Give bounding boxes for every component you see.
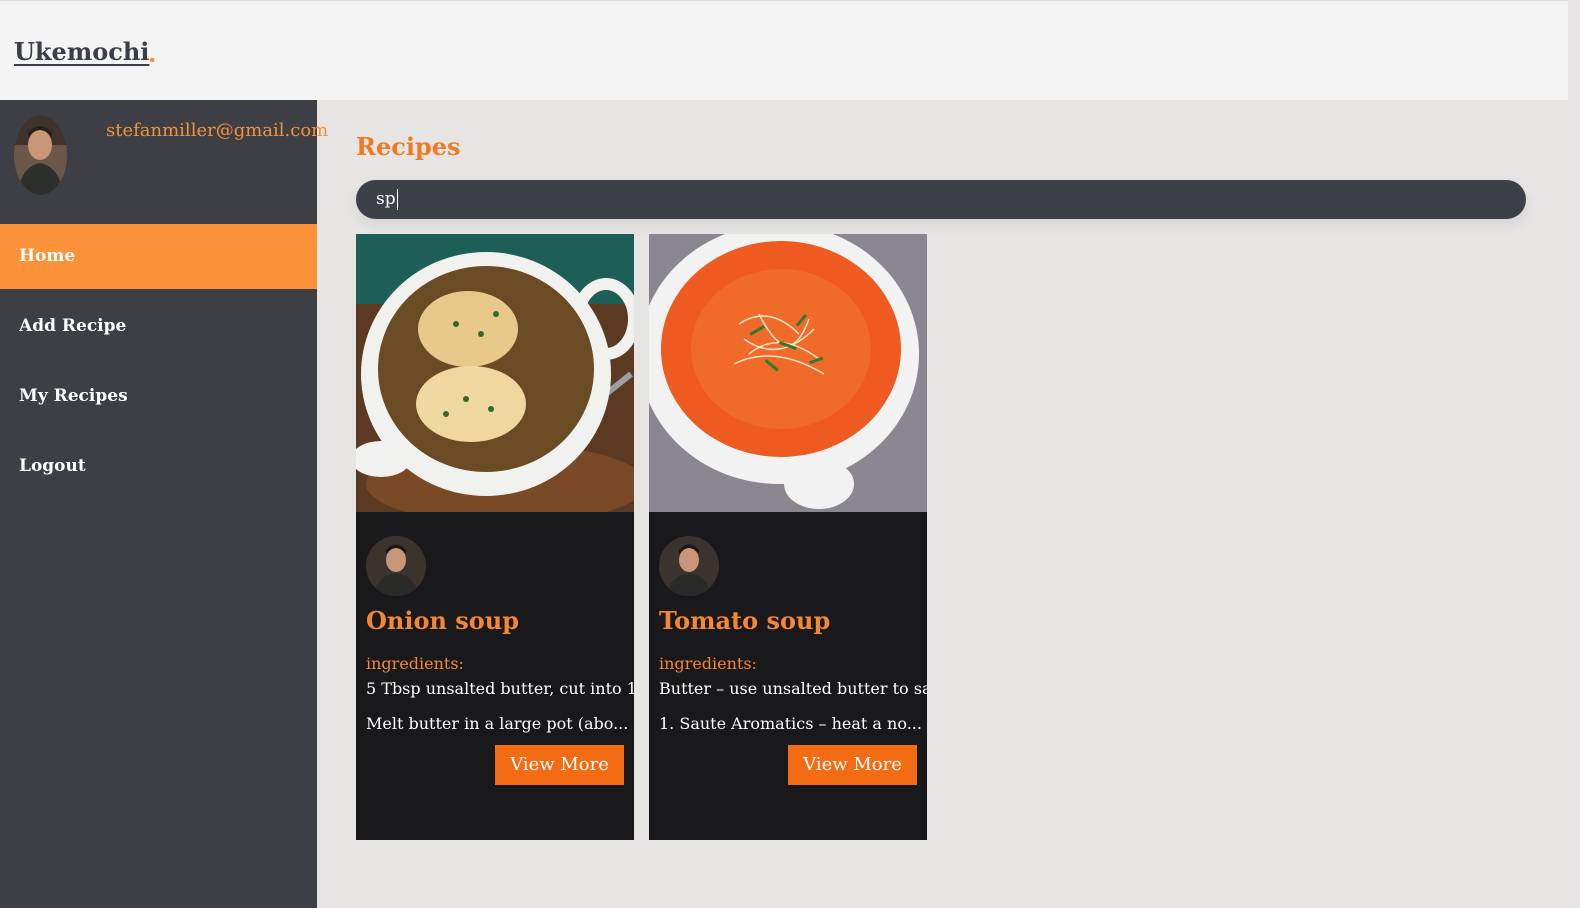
recipe-title: Tomato soup [659,606,831,635]
brand-logo[interactable]: Ukemochi [14,37,149,66]
user-avatar [14,115,67,195]
user-email: stefanmiller@gmail.com [106,120,329,141]
ingredients-text: Butter – use unsalted butter to sa [659,679,927,698]
recipe-description: 1. Saute Aromatics – heat a no... [659,714,922,733]
recipe-description: Melt butter in a large pot (abo... [366,714,629,733]
text-caret [396,189,398,210]
sidebar-item-home[interactable]: Home [0,224,317,289]
sidebar-item-add-recipe[interactable]: Add Recipe [0,294,317,359]
recipe-card: Onion soup ingredients: 5 Tbsp unsalted … [356,234,634,840]
view-more-button[interactable]: View More [495,745,624,785]
top-bar: Ukemochi . [0,0,1568,100]
view-more-button[interactable]: View More [788,745,917,785]
sidebar-item-my-recipes[interactable]: My Recipes [0,364,317,429]
ingredients-label: ingredients: [659,654,757,673]
sidebar-item-logout[interactable]: Logout [0,434,317,499]
search-input[interactable]: sp [356,180,1526,219]
brand-dot: . [148,39,157,68]
sidebar-nav: Home Add Recipe My Recipes Logout [0,224,317,504]
page-title: Recipes [356,132,461,161]
tomato-soup-photo [649,234,927,512]
ingredients-label: ingredients: [366,654,464,673]
search-input-value: sp [376,189,396,209]
onion-soup-photo [356,234,634,512]
ingredients-text: 5 Tbsp unsalted butter, cut into 1- [366,679,634,698]
author-avatar [659,536,719,596]
sidebar: stefanmiller@gmail.com Home Add Recipe M… [0,100,328,908]
recipe-card: Tomato soup ingredients: Butter – use un… [649,234,927,840]
author-avatar [366,536,426,596]
recipe-title: Onion soup [366,606,520,635]
